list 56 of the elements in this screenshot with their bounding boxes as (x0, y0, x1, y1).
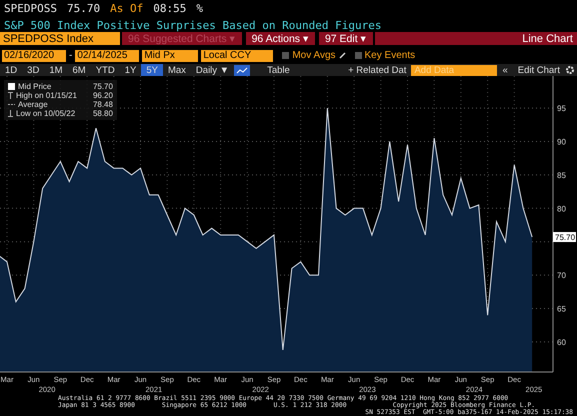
checkbox[interactable] (282, 52, 290, 60)
legend-label: Mid Price (18, 82, 52, 91)
line-chart-icon[interactable] (234, 64, 250, 76)
legend-label: Average (18, 100, 48, 109)
range-tab[interactable]: 1D (0, 64, 22, 76)
legend-label: Low on 10/05/22 (16, 109, 76, 118)
end-date-field[interactable]: 02/14/2025 (75, 50, 140, 62)
legend-value: 75.70 (92, 82, 113, 91)
range-tab[interactable]: Max (162, 64, 191, 76)
legend-value: 78.48 (92, 100, 113, 109)
collapse-button[interactable]: « (497, 64, 513, 76)
average-line-icon (8, 102, 15, 107)
pencil-icon[interactable] (338, 52, 346, 60)
y-tick-label: 95 (557, 104, 566, 114)
legend-value: 96.20 (92, 91, 113, 100)
menu-button[interactable]: 97 Edit ▾ (316, 32, 375, 46)
settings-icon[interactable] (565, 65, 575, 75)
related-data-button[interactable]: + Related Dat (343, 64, 412, 76)
y-tick-label: 70 (557, 271, 566, 280)
price: 75.70 (66, 2, 100, 14)
field-selector[interactable]: Mid Px (142, 50, 198, 62)
security-field[interactable]: SPEDPOSS Index (0, 32, 120, 46)
ticker: SPEDPOSS (4, 2, 57, 14)
series-swatch-icon (8, 83, 15, 90)
y-tick-label: 90 (557, 137, 566, 146)
legend-value: 58.80 (92, 109, 113, 118)
currency-dropdown[interactable]: Local CCY (201, 50, 274, 62)
add-data-field[interactable]: Add Data (411, 64, 498, 76)
menu-button[interactable]: 96 Actions ▾ (244, 32, 317, 46)
as-of-label: As Of (110, 2, 144, 14)
start-date-field[interactable]: 02/16/2020 (2, 50, 66, 62)
checkbox-label: Key Events (364, 50, 416, 62)
description: S&P 500 Index Positive Surprises Based on Rounded Figures (4, 19, 382, 32)
range-tab[interactable]: 1M (44, 64, 68, 76)
table-button[interactable]: Table (262, 64, 295, 76)
y-tick-label: 60 (557, 338, 566, 347)
time: 08:55 (153, 2, 186, 14)
checkbox-label: Mov Avgs (292, 50, 336, 62)
range-tab[interactable]: 5Y (141, 64, 163, 76)
low-marker-icon (8, 110, 13, 117)
y-tick-label: 85 (557, 170, 566, 180)
unit: % (196, 2, 203, 14)
frequency-dropdown[interactable]: Daily ▼ (190, 64, 234, 76)
high-marker-icon (8, 92, 13, 99)
edit-chart-button[interactable]: Edit Chart (512, 64, 565, 76)
chart-title: Line Chart (521, 32, 574, 46)
y-tick-label: 80 (557, 204, 566, 214)
last-value-tag: 75.70 (553, 232, 576, 242)
legend-label: High on 01/15/21 (16, 91, 77, 100)
checkbox[interactable] (354, 52, 362, 60)
date-separator: - (69, 50, 72, 62)
y-tick-label: 65 (557, 304, 566, 314)
range-tab[interactable]: 1Y (120, 64, 142, 76)
range-tab[interactable]: YTD (90, 64, 120, 76)
range-tab[interactable]: 3D (22, 64, 44, 76)
range-tab[interactable]: 6M (68, 64, 91, 76)
